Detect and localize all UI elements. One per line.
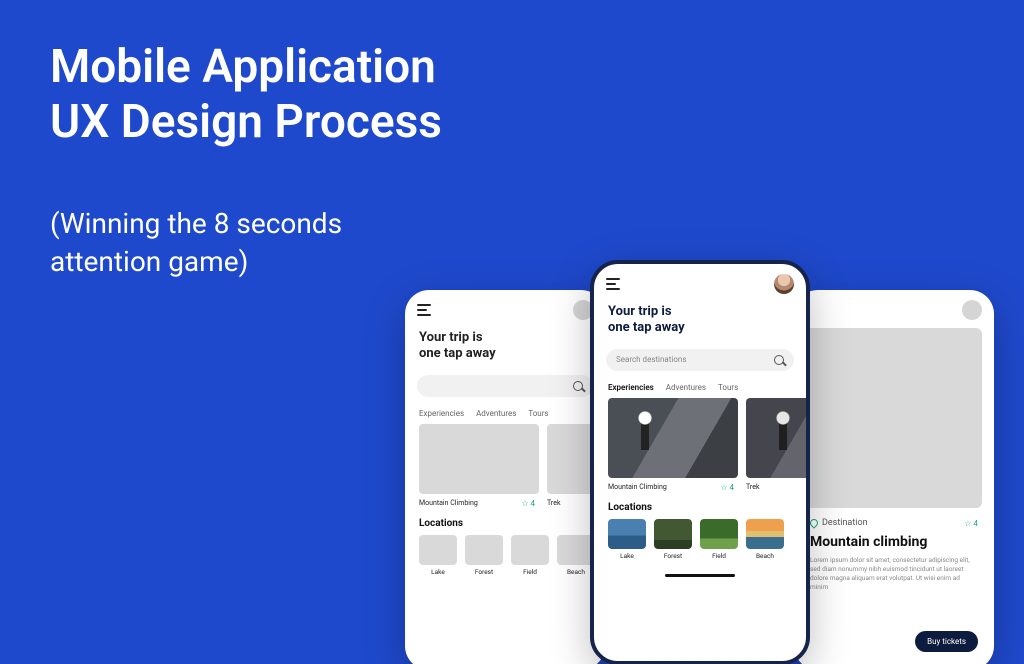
detail-description: Lorem ipsum dolor sit amet, consectetur … <box>794 556 994 606</box>
pin-icon <box>808 517 819 528</box>
trip-card[interactable]: Mountain Climbing ☆ 4 <box>608 398 738 492</box>
category-tabs[interactable]: Experiencies Adventures Tours <box>405 405 605 424</box>
rating-badge: ☆ 4 <box>720 483 734 492</box>
hero-title: Your trip is one tap away <box>594 294 806 345</box>
hero-title: Your trip is one tap away <box>405 320 605 371</box>
detail-hero-image <box>806 328 982 508</box>
subheadline: (Winning the 8 seconds attention game) <box>50 205 342 281</box>
trip-image <box>608 398 738 478</box>
tab-tours[interactable]: Tours <box>718 383 738 392</box>
buy-tickets-button[interactable]: Buy tickets <box>915 631 978 652</box>
locations-heading: Locations <box>405 508 605 535</box>
tab-experiencies[interactable]: Experiencies <box>608 383 654 392</box>
headline-line1: Mobile Application <box>50 40 442 95</box>
rating-badge: ☆ 4 <box>964 519 978 528</box>
trip-card-title: Trek <box>746 483 760 491</box>
locations-row: Lake Forest Field Beach <box>594 519 806 570</box>
subheadline-line2: attention game) <box>50 243 342 281</box>
locations-heading: Locations <box>594 492 806 519</box>
destination-badge: Destination <box>810 518 868 528</box>
location-item[interactable]: Forest <box>465 535 503 576</box>
location-item[interactable]: Lake <box>419 535 457 576</box>
trip-card[interactable]: Mountain Climbing ☆ 4 <box>419 424 539 508</box>
locations-row: Lake Forest Field Beach <box>405 535 605 586</box>
location-item[interactable]: Lake <box>608 519 646 560</box>
avatar-placeholder[interactable] <box>962 300 982 320</box>
trip-image-placeholder <box>419 424 539 494</box>
search-input[interactable] <box>417 375 593 397</box>
tab-adventures[interactable]: Adventures <box>666 383 706 392</box>
tab-experiencies[interactable]: Experiencies <box>419 409 464 418</box>
category-tabs[interactable]: Experiencies Adventures Tours <box>594 379 806 398</box>
search-placeholder: Search destinations <box>616 355 686 364</box>
tab-adventures[interactable]: Adventures <box>476 409 516 418</box>
headline: Mobile Application UX Design Process <box>50 40 442 150</box>
location-item[interactable]: Forest <box>654 519 692 560</box>
trip-card-title: Trek <box>547 499 561 507</box>
search-icon <box>573 381 583 391</box>
home-indicator <box>665 574 735 577</box>
subheadline-line1: (Winning the 8 seconds <box>50 205 342 243</box>
location-item[interactable]: Field <box>511 535 549 576</box>
user-avatar[interactable] <box>774 274 794 294</box>
search-input[interactable]: Search destinations <box>606 349 794 371</box>
phone-mock-detail: ‹ Destination ☆ 4 Mountain climbing Lore… <box>794 290 994 664</box>
trip-image <box>746 398 806 478</box>
detail-title: Mountain climbing <box>794 530 994 556</box>
rating-badge: ☆ 4 <box>521 499 535 508</box>
location-item[interactable]: Field <box>700 519 738 560</box>
tab-tours[interactable]: Tours <box>528 409 548 418</box>
trip-card[interactable]: Trek <box>746 398 806 492</box>
menu-icon[interactable] <box>606 278 620 290</box>
headline-line2: UX Design Process <box>50 95 442 150</box>
trip-card-title: Mountain Climbing <box>419 499 478 507</box>
location-item[interactable]: Beach <box>746 519 784 560</box>
phone-mock-highfidelity: Your trip is one tap away Search destina… <box>590 260 810 664</box>
trip-card-title: Mountain Climbing <box>608 483 667 491</box>
menu-icon[interactable] <box>417 304 431 316</box>
phone-mock-wireframe: Your trip is one tap away Experiencies A… <box>405 290 605 664</box>
search-icon <box>774 355 784 365</box>
